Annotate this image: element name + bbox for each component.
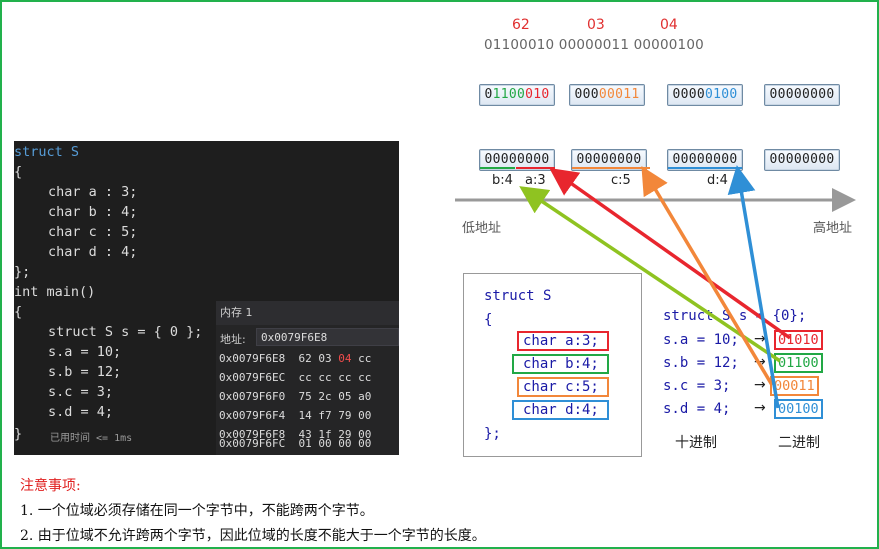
- arrow-line-d: [727, 165, 780, 409]
- notes-section: 注意事项: 1. 一个位域必须存储在同一个字节中，不能跨两个字节。 2. 由于位…: [20, 475, 486, 545]
- note-item: 1. 一个位域必须存储在同一个字节中，不能跨两个字节。: [20, 503, 374, 519]
- note-item: 2. 由于位域不允许跨两个字节，因此位域的长度不能大于一个字节的长度。: [20, 528, 486, 544]
- arrow-line-c: [641, 165, 774, 386]
- notes-title: 注意事项:: [20, 478, 81, 494]
- arrows-overlay: [455, 165, 856, 409]
- arrow-line-a: [549, 167, 792, 340]
